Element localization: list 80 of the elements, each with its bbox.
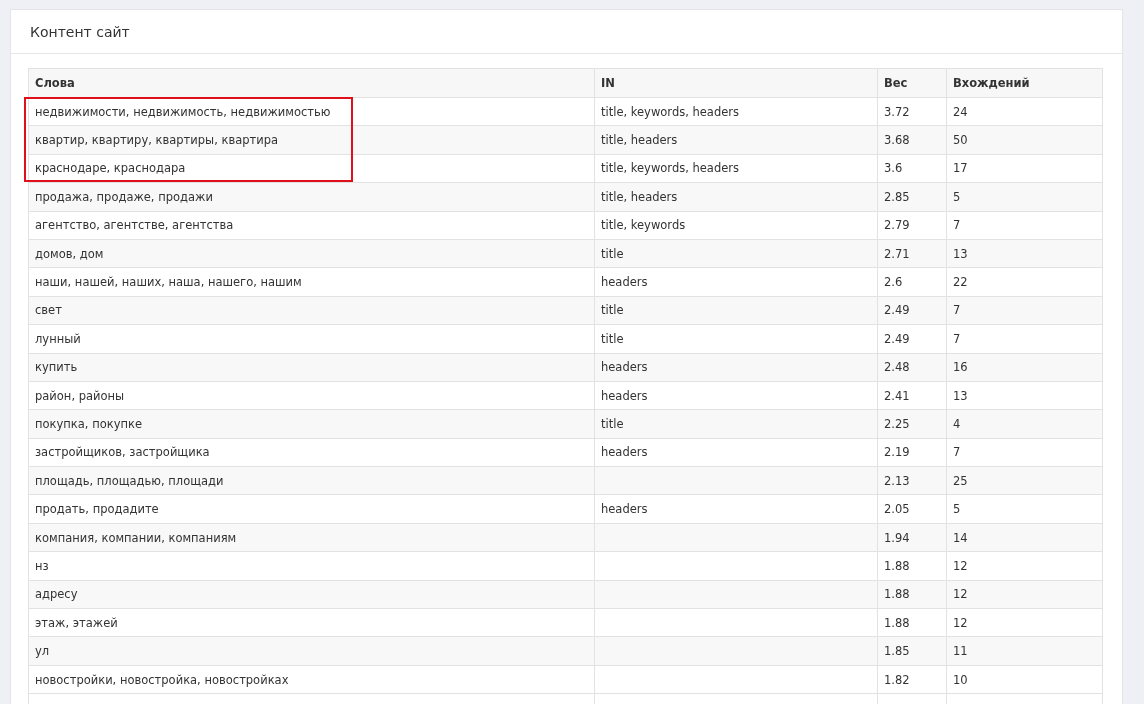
table-cell: 13 [946,381,1103,410]
table-cell: 22 [946,267,1103,297]
table-cell: агентство, агентстве, агентства [28,211,595,240]
table-cell: 10 [946,665,1103,694]
table-cell: лунный [28,324,595,353]
table-cell: наши, нашей, наших, наша, нашего, нашим [28,267,595,297]
table-cell: 2.49 [877,296,947,325]
table-cell: 3.68 [877,125,947,155]
table-cell: title, keywords, headers [594,154,878,183]
table-cell: 1.88 [877,551,947,581]
table-cell: headers [594,267,878,297]
table-cell: title [594,296,878,325]
table-cell: 7 [946,211,1103,240]
table-cell: 12 [946,551,1103,581]
table-cell: ул [28,636,595,666]
table-cell: новостройки, новостройка, новостройках [28,665,595,694]
table-cell: нз [28,551,595,581]
table-cell: 5 [946,494,1103,524]
column-header: IN [594,68,878,98]
table-cell: 12 [946,608,1103,637]
table-cell: headers [594,438,878,467]
table-cell: title, keywords [594,211,878,240]
table-cell: компания, компании, компаниям [28,523,595,552]
table-cell: title, headers [594,182,878,212]
table-cell: 50 [946,125,1103,155]
table-cell: 2.19 [877,438,947,467]
table-cell: 12 [946,580,1103,609]
table-cell: headers [594,494,878,524]
table-cell: 2.6 [877,267,947,297]
table-cell: headers [594,353,878,382]
table-cell: застройщиков, застройщика [28,438,595,467]
table-cell: 1.88 [877,608,947,637]
column-header: Вес [877,68,947,98]
table-cell: 2.13 [877,466,947,495]
table-cell: 2.71 [877,239,947,268]
table-cell: 3.72 [877,97,947,126]
table-cell: 1.94 [877,523,947,552]
table-cell: 2.25 [877,409,947,439]
table-cell: свет [28,296,595,325]
table-cell: 1.85 [877,636,947,666]
column-header: Вхождений [946,68,1103,98]
panel-title: Контент сайт [30,23,130,40]
table-cell: title [594,409,878,439]
table-cell: 16 [946,353,1103,382]
table-cell: 2.05 [877,494,947,524]
table-cell: title, headers [594,125,878,155]
table-cell: 2.41 [877,381,947,410]
table-cell: 14 [946,523,1103,552]
table-cell: 2.79 [877,211,947,240]
table-cell: район, районы [28,381,595,410]
table-cell: площадь, площадью, площади [28,466,595,495]
table-cell: продажа, продаже, продажи [28,182,595,212]
table-cell: 2.48 [877,353,947,382]
table-cell: адресу [28,580,595,609]
table-cell: 2.49 [877,324,947,353]
table-cell: купить [28,353,595,382]
table-cell: 2.85 [877,182,947,212]
table-cell: 1.82 [877,665,947,694]
table-cell: 1.88 [877,580,947,609]
table-cell: этаж, этажей [28,608,595,637]
column-header: Слова [28,68,595,98]
table-cell: 4 [946,409,1103,439]
table-cell: 25 [946,466,1103,495]
table-cell: 3.6 [877,154,947,183]
table-cell: title [594,239,878,268]
table-cell: 24 [946,97,1103,126]
table-cell: 7 [946,438,1103,467]
table-cell: покупка, покупке [28,409,595,439]
table-cell: 13 [946,239,1103,268]
table-cell: title, keywords, headers [594,97,878,126]
table-cell: квартир, квартиру, квартиры, квартира [28,125,595,155]
table-cell: headers [594,381,878,410]
table-cell: 5 [946,182,1103,212]
table-cell: продать, продадите [28,494,595,524]
table-cell: 7 [946,296,1103,325]
table-cell: 11 [946,636,1103,666]
table-cell: 7 [946,324,1103,353]
table-cell: домов, дом [28,239,595,268]
table-cell: title [594,324,878,353]
table-cell: 17 [946,154,1103,183]
